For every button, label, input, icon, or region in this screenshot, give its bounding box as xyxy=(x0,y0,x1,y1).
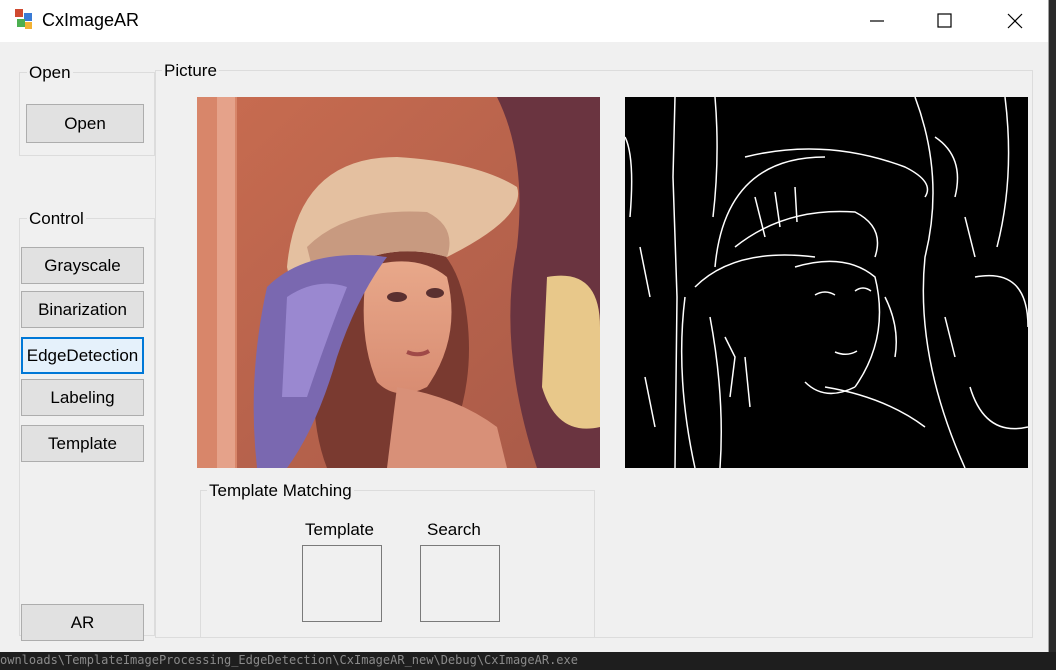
binarization-button[interactable]: Binarization xyxy=(21,291,144,328)
maximize-button[interactable] xyxy=(916,0,974,42)
ar-button[interactable]: AR xyxy=(21,604,144,641)
edge-detection-image xyxy=(625,97,1028,468)
app-icon xyxy=(15,9,32,29)
close-icon xyxy=(1007,13,1023,29)
console-strip: ownloads\TemplateImageProcessing_EdgeDet… xyxy=(0,652,1056,670)
background-window-edge xyxy=(1049,0,1056,652)
window-title: CxImageAR xyxy=(42,10,140,30)
open-button[interactable]: Open xyxy=(26,104,144,143)
template-label: Template xyxy=(305,520,374,539)
minimize-button[interactable] xyxy=(848,0,906,42)
main-window: CxImageAR Open Open Control Grayscale Bi… xyxy=(0,0,1049,652)
template-button[interactable]: Template xyxy=(21,425,144,462)
template-matching-label: Template Matching xyxy=(207,481,354,501)
picture-group-label: Picture xyxy=(162,61,219,81)
labeling-button[interactable]: Labeling xyxy=(21,379,144,416)
open-group-label: Open xyxy=(27,63,73,83)
search-preview-box xyxy=(420,545,500,622)
template-preview-box xyxy=(302,545,382,622)
title-bar[interactable]: CxImageAR xyxy=(0,0,1048,42)
edge-detection-button[interactable]: EdgeDetection xyxy=(21,337,144,374)
search-label: Search xyxy=(427,520,481,539)
minimize-icon xyxy=(870,20,884,22)
maximize-icon xyxy=(937,13,952,28)
grayscale-button[interactable]: Grayscale xyxy=(21,247,144,284)
close-button[interactable] xyxy=(986,0,1044,42)
control-group-label: Control xyxy=(27,209,86,229)
original-image xyxy=(197,97,600,468)
console-path-text: ownloads\TemplateImageProcessing_EdgeDet… xyxy=(0,653,578,667)
template-matching-group xyxy=(200,490,595,638)
